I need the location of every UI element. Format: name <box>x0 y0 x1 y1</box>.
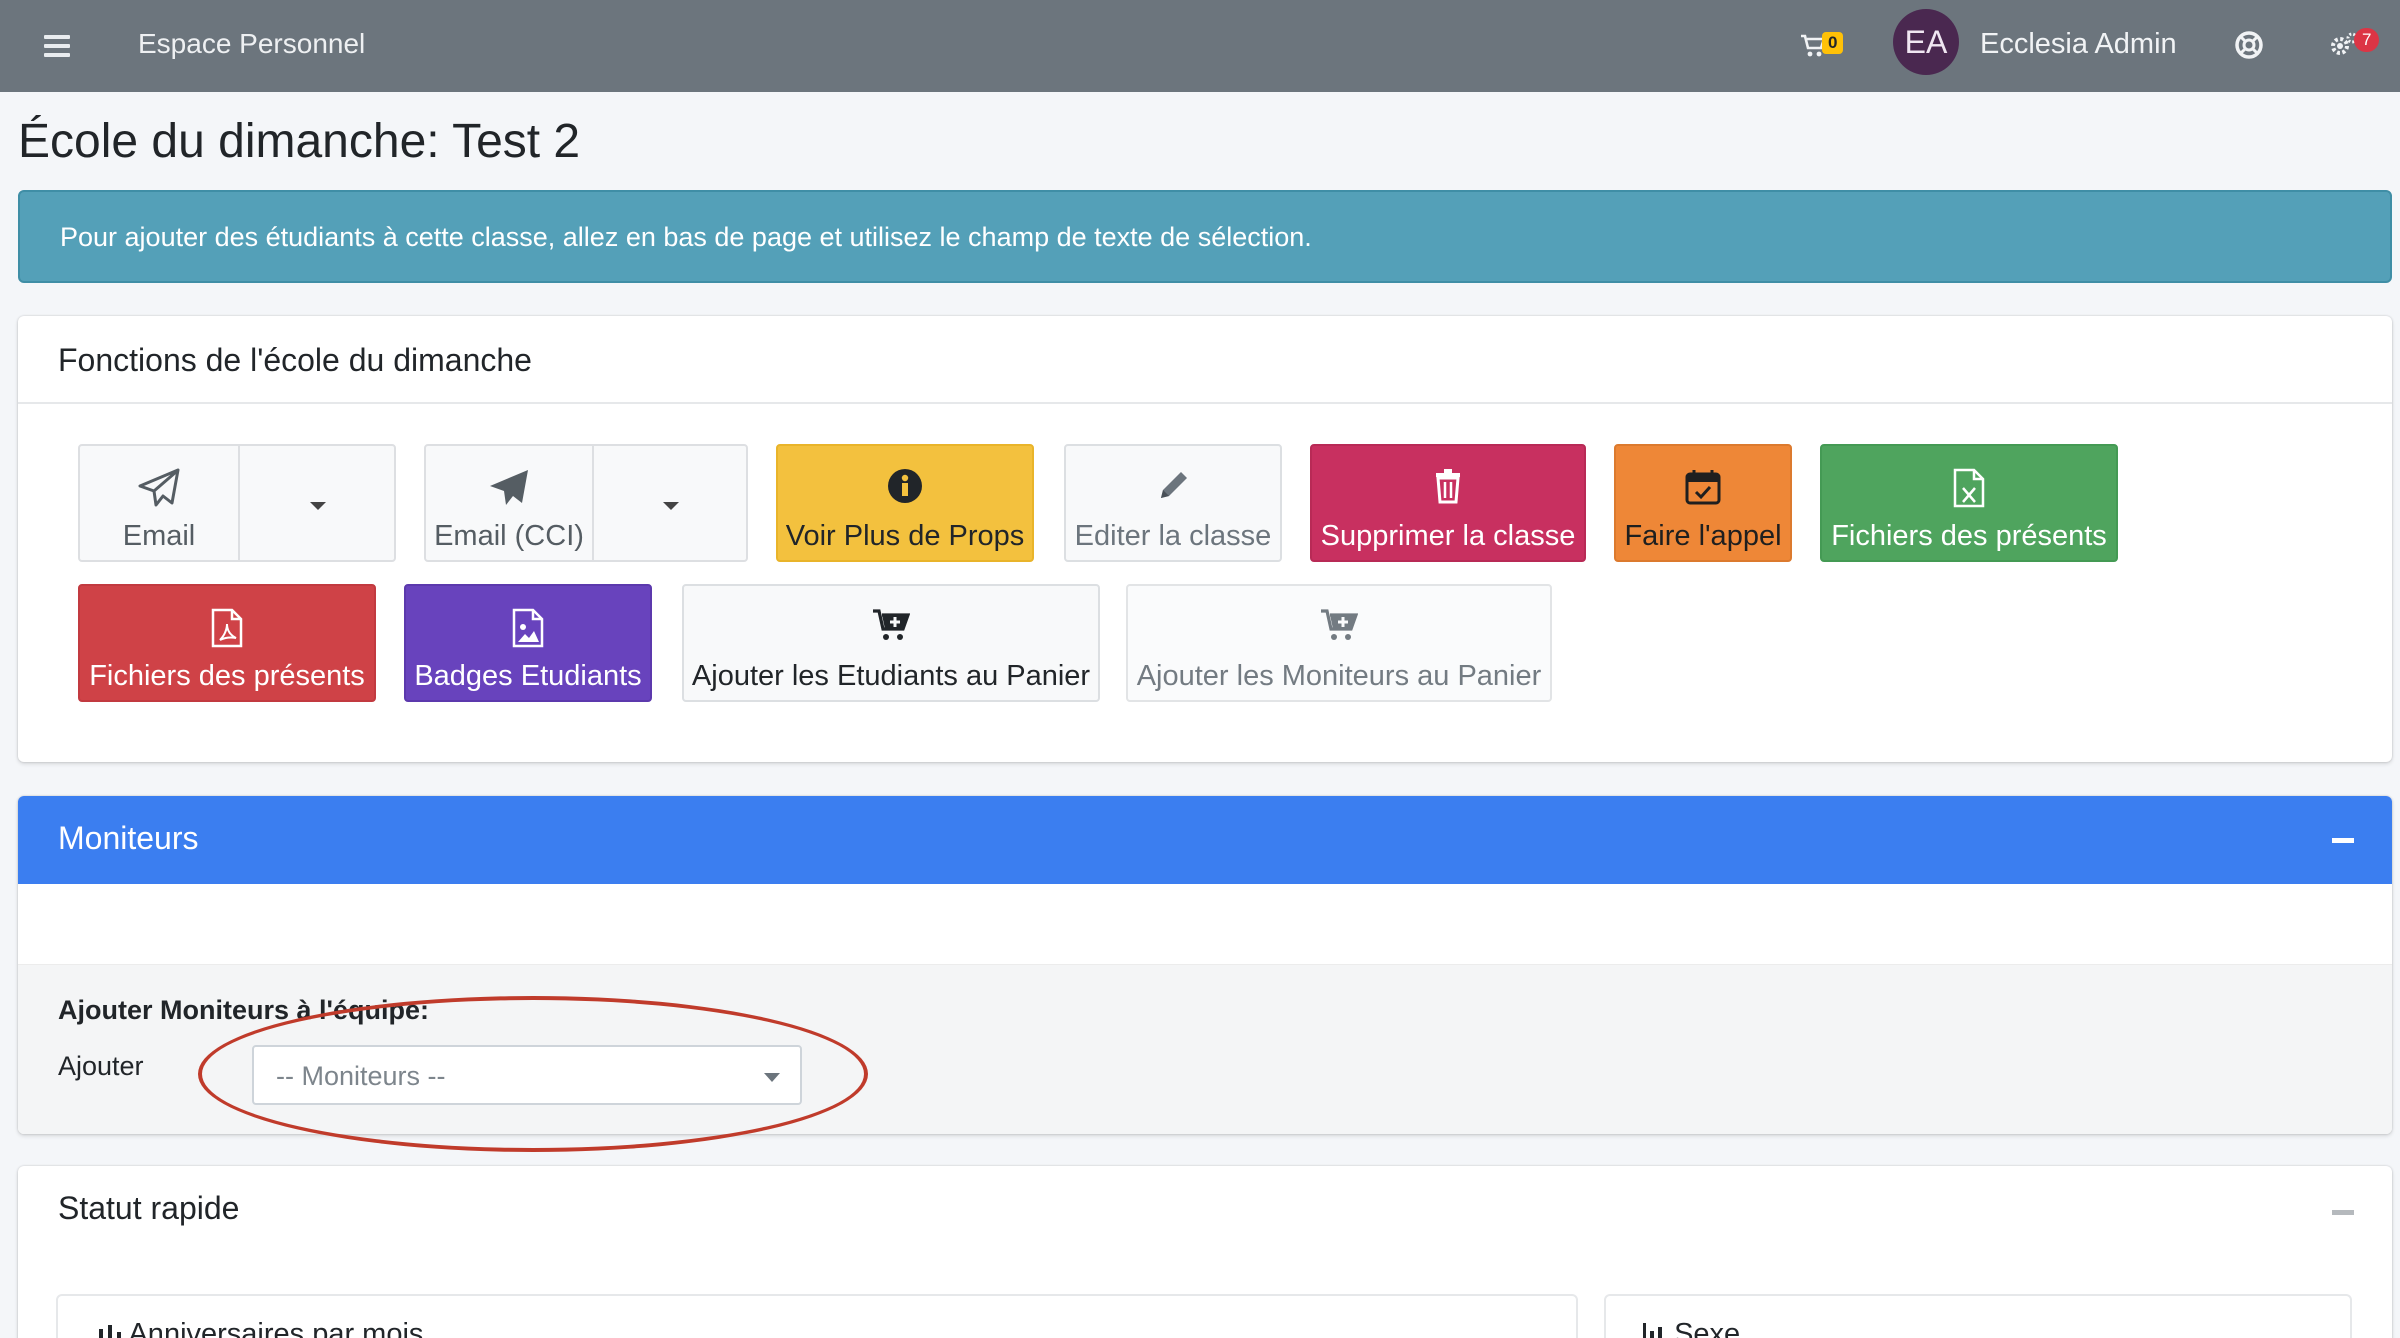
info-alert-text: Pour ajouter des étudiants à cette class… <box>60 222 1312 252</box>
file-excel-icon <box>1953 468 1985 508</box>
attendance-pdf-button-label: Fichiers des présents <box>89 660 365 692</box>
edit-class-button[interactable]: Editer la classe <box>1064 444 1282 562</box>
add-monitors-title: Ajouter Moniteurs à l'équipe: <box>58 995 429 1025</box>
monitors-select[interactable]: -- Moniteurs -- <box>252 1045 802 1105</box>
birthdays-card-title: Anniversaires par mois <box>98 1318 423 1338</box>
functions-card: Fonctions de l'école du dimanche Email E… <box>18 316 2392 762</box>
paper-plane-icon <box>138 468 180 507</box>
file-pdf-icon <box>211 608 243 648</box>
quick-status-card: Statut rapide Anniversaires par mois Sex… <box>18 1166 2392 1338</box>
quick-status-title: Statut rapide <box>58 1190 240 1226</box>
attendance-excel-button[interactable]: Fichiers des présents <box>1820 444 2118 562</box>
user-avatar[interactable]: EA <box>1893 9 1959 75</box>
add-monitors-section: Ajouter Moniteurs à l'équipe: Ajouter --… <box>18 964 2392 1134</box>
attendance-excel-button-label: Fichiers des présents <box>1831 520 2107 552</box>
info-circle-icon <box>888 469 922 503</box>
functions-card-title: Fonctions de l'école du dimanche <box>18 316 2392 404</box>
collapse-minus-icon[interactable] <box>2332 838 2354 843</box>
gears-icon <box>2331 32 2358 55</box>
gender-card: Sexe <box>1604 1294 2352 1338</box>
menu-toggle-icon[interactable] <box>44 30 80 62</box>
monitors-card-title: Moniteurs <box>58 820 199 856</box>
caret-down-icon <box>310 502 326 510</box>
student-badges-button[interactable]: Badges Etudiants <box>404 584 652 702</box>
delete-class-button-label: Supprimer la classe <box>1320 520 1576 552</box>
email-button-group: Email <box>78 444 396 562</box>
birthdays-title-text: Anniversaires par mois <box>128 1318 424 1338</box>
help-button[interactable] <box>2234 30 2266 62</box>
life-ring-icon <box>2235 31 2263 59</box>
gender-title-text: Sexe <box>1674 1318 1741 1338</box>
cart-count-badge: 0 <box>1822 32 1844 54</box>
student-badges-button-label: Badges Etudiants <box>414 660 642 692</box>
email-bcc-button-group: Email (CCI) <box>424 444 748 562</box>
view-props-button-label: Voir Plus de Props <box>785 520 1025 552</box>
trash-icon <box>1436 469 1460 504</box>
calendar-check-icon <box>1685 470 1721 505</box>
pencil-icon <box>1161 472 1187 498</box>
quick-status-header: Statut rapide <box>18 1166 2392 1256</box>
email-button-label: Email <box>122 520 196 552</box>
cart-plus-icon <box>1321 609 1358 640</box>
cart-plus-icon <box>873 609 910 640</box>
collapse-minus-icon[interactable] <box>2332 1210 2354 1215</box>
birthdays-card: Anniversaires par mois <box>56 1294 1578 1338</box>
info-alert: Pour ajouter des étudiants à cette class… <box>18 190 2392 283</box>
add-monitors-cart-button-label: Ajouter les Moniteurs au Panier <box>1136 660 1542 692</box>
delete-class-button[interactable]: Supprimer la classe <box>1310 444 1586 562</box>
settings-button[interactable]: 7 <box>2328 28 2382 64</box>
email-bcc-dropdown-toggle[interactable] <box>592 446 748 560</box>
cart-button[interactable]: 0 <box>1800 30 1856 62</box>
top-navbar: Espace Personnel 0 EA Ecclesia Admin 7 <box>0 0 2400 92</box>
monitors-card: Moniteurs Ajouter Moniteurs à l'équipe: … <box>18 796 2392 1134</box>
bar-chart-icon <box>99 1325 121 1338</box>
gender-card-title: Sexe <box>1642 1318 1740 1338</box>
email-dropdown-toggle[interactable] <box>238 446 396 560</box>
view-props-button[interactable]: Voir Plus de Props <box>776 444 1034 562</box>
nav-brand-link[interactable]: Espace Personnel <box>138 28 365 60</box>
add-label: Ajouter <box>58 1051 144 1081</box>
caret-down-icon <box>764 1073 780 1082</box>
attendance-pdf-button[interactable]: Fichiers des présents <box>78 584 376 702</box>
email-button[interactable]: Email <box>80 446 238 560</box>
take-attendance-button-label: Faire l'appel <box>1624 520 1782 552</box>
user-name-link[interactable]: Ecclesia Admin <box>1980 28 2177 61</box>
monitors-card-header: Moniteurs <box>18 796 2392 884</box>
monitors-list <box>18 884 2392 964</box>
email-bcc-button[interactable]: Email (CCI) <box>426 446 592 560</box>
edit-class-button-label: Editer la classe <box>1074 520 1272 552</box>
monitors-select-placeholder: -- Moniteurs -- <box>276 1061 446 1091</box>
notifications-badge: 7 <box>2354 28 2380 52</box>
caret-down-icon <box>663 502 679 510</box>
file-image-icon <box>512 608 544 648</box>
email-bcc-button-label: Email (CCI) <box>434 520 584 552</box>
add-students-cart-button[interactable]: Ajouter les Etudiants au Panier <box>682 584 1100 702</box>
paper-plane-solid-icon <box>490 470 528 505</box>
take-attendance-button[interactable]: Faire l'appel <box>1614 444 1792 562</box>
add-students-cart-button-label: Ajouter les Etudiants au Panier <box>691 660 1091 692</box>
bar-chart-icon <box>1643 1323 1662 1338</box>
add-monitors-cart-button[interactable]: Ajouter les Moniteurs au Panier <box>1126 584 1552 702</box>
page-title: École du dimanche: Test 2 <box>18 115 581 168</box>
